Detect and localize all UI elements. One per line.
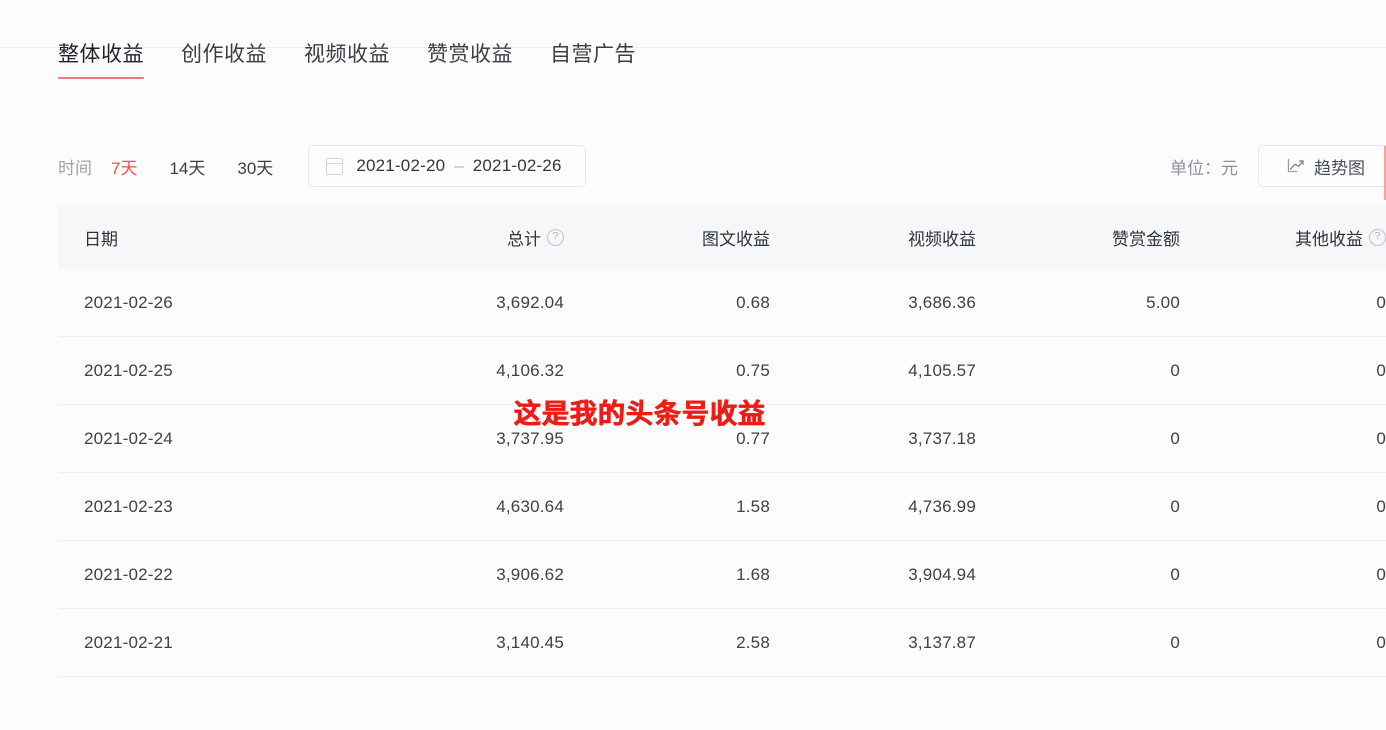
table-header-row: 日期 总计? 图文收益 视频收益 赞赏金额 其他收益? <box>58 205 1386 269</box>
column-header-tip: 赞赏金额 <box>976 225 1180 250</box>
table-body: 2021-02-26 3,692.04 0.68 3,686.36 5.00 0 2021-… <box>58 269 1386 677</box>
date-range-picker[interactable]: 2021-02-20 – 2021-02-26 <box>308 145 587 187</box>
tab-4[interactable]: 自营广告 <box>550 40 636 79</box>
date-range-separator: – <box>454 156 464 175</box>
cell-total: 3,692.04 <box>496 293 564 312</box>
tab-label: 视频收益 <box>304 43 390 66</box>
cell-video: 3,686.36 <box>908 293 976 312</box>
cell-date: 2021-02-23 <box>84 497 173 516</box>
cell-video: 3,737.18 <box>908 429 976 448</box>
tab-1[interactable]: 创作收益 <box>181 40 267 79</box>
help-icon[interactable]: ? <box>547 228 564 246</box>
cell-date: 2021-02-25 <box>84 361 173 380</box>
time-filter-label: 时间 <box>58 158 92 178</box>
column-header-video: 视频收益 <box>770 225 976 250</box>
cell-total: 4,630.64 <box>496 497 564 516</box>
cell-video: 3,137.87 <box>908 633 976 652</box>
table-row: 2021-02-21 3,140.45 2.58 3,137.87 0 0 <box>58 609 1386 677</box>
cell-tip: 0 <box>1170 429 1180 448</box>
date-range-end: 2021-02-26 <box>472 156 562 175</box>
cell-tip: 0 <box>1170 633 1180 652</box>
range-chip-2[interactable]: 30天 <box>237 154 273 179</box>
filter-bar: 时间 7天 14天 30天 2021-02-20 – 2021-02-26 单位：元… <box>58 140 1386 192</box>
tab-label: 赞赏收益 <box>427 43 513 66</box>
earnings-table: 日期 总计? 图文收益 视频收益 赞赏金额 其他收益? 2021-02-26 3,692.0… <box>58 205 1386 677</box>
tab-active-underline <box>58 77 144 79</box>
cell-video: 4,736.99 <box>908 497 976 516</box>
cell-image: 1.58 <box>736 497 770 516</box>
cell-total: 4,106.32 <box>496 361 564 380</box>
cell-other: 0 <box>1376 361 1386 380</box>
date-range-start: 2021-02-20 <box>356 156 446 175</box>
cell-other: 0 <box>1376 293 1386 312</box>
tab-label: 整体收益 <box>58 43 144 66</box>
cell-date: 2021-02-21 <box>84 633 173 652</box>
cell-date: 2021-02-22 <box>84 565 173 584</box>
tab-3[interactable]: 赞赏收益 <box>427 40 513 79</box>
cell-video: 4,105.57 <box>908 361 976 380</box>
range-chip-0[interactable]: 7天 <box>111 154 137 179</box>
cell-tip: 5.00 <box>1146 293 1180 312</box>
tab-label: 自营广告 <box>550 43 636 66</box>
column-header-label: 总计 <box>507 229 541 249</box>
column-header-label: 日期 <box>84 229 118 249</box>
cell-tip: 0 <box>1170 565 1180 584</box>
filter-left-group: 时间 7天 14天 30天 2021-02-20 – 2021-02-26 <box>58 140 587 192</box>
cell-total: 3,906.62 <box>496 565 564 584</box>
table-row: 2021-02-24 3,737.95 0.77 3,737.18 0 0 <box>58 405 1386 473</box>
cell-other: 0 <box>1376 565 1386 584</box>
trend-chart-button-label: 趋势图 <box>1314 158 1365 178</box>
cell-other: 0 <box>1376 429 1386 448</box>
tab-bar: 整体收益 创作收益 视频收益 赞赏收益 自营广告 <box>58 40 636 79</box>
tab-2[interactable]: 视频收益 <box>304 40 390 79</box>
column-header-label: 赞赏金额 <box>1112 229 1180 249</box>
cell-image: 2.58 <box>736 633 770 652</box>
cell-total: 3,140.45 <box>496 633 564 652</box>
cell-date: 2021-02-24 <box>84 429 173 448</box>
column-header-label: 其他收益 <box>1295 229 1363 249</box>
table-row: 2021-02-23 4,630.64 1.58 4,736.99 0 0 <box>58 473 1386 541</box>
column-header-date: 日期 <box>58 225 358 250</box>
column-header-image: 图文收益 <box>564 225 770 250</box>
trend-chart-button[interactable]: 趋势图 <box>1258 145 1386 187</box>
range-chip-1[interactable]: 14天 <box>169 154 205 179</box>
cell-other: 0 <box>1376 497 1386 516</box>
cell-image: 0.77 <box>736 429 770 448</box>
cell-video: 3,904.94 <box>908 565 976 584</box>
cell-total: 3,737.95 <box>496 429 564 448</box>
cell-image: 1.68 <box>736 565 770 584</box>
unit-label: 单位：元 <box>1170 158 1238 178</box>
tab-label: 创作收益 <box>181 43 267 66</box>
cell-image: 0.68 <box>736 293 770 312</box>
column-header-other: 其他收益? <box>1180 225 1386 250</box>
table-row: 2021-02-26 3,692.04 0.68 3,686.36 5.00 0 <box>58 269 1386 337</box>
cell-other: 0 <box>1376 633 1386 652</box>
table-row: 2021-02-22 3,906.62 1.68 3,904.94 0 0 <box>58 541 1386 609</box>
calendar-icon <box>326 157 344 175</box>
table-row: 2021-02-25 4,106.32 0.75 4,105.57 0 0 <box>58 337 1386 405</box>
column-header-label: 图文收益 <box>702 229 770 249</box>
cell-date: 2021-02-26 <box>84 293 173 312</box>
cell-tip: 0 <box>1170 497 1180 516</box>
column-header-total: 总计? <box>358 225 564 250</box>
cell-image: 0.75 <box>736 361 770 380</box>
tab-0[interactable]: 整体收益 <box>58 40 144 79</box>
help-icon[interactable]: ? <box>1369 228 1386 246</box>
column-header-label: 视频收益 <box>908 229 976 249</box>
cell-tip: 0 <box>1170 361 1180 380</box>
line-chart-icon <box>1287 158 1304 173</box>
filter-right-group: 单位：元 趋势图 <box>1170 140 1386 192</box>
